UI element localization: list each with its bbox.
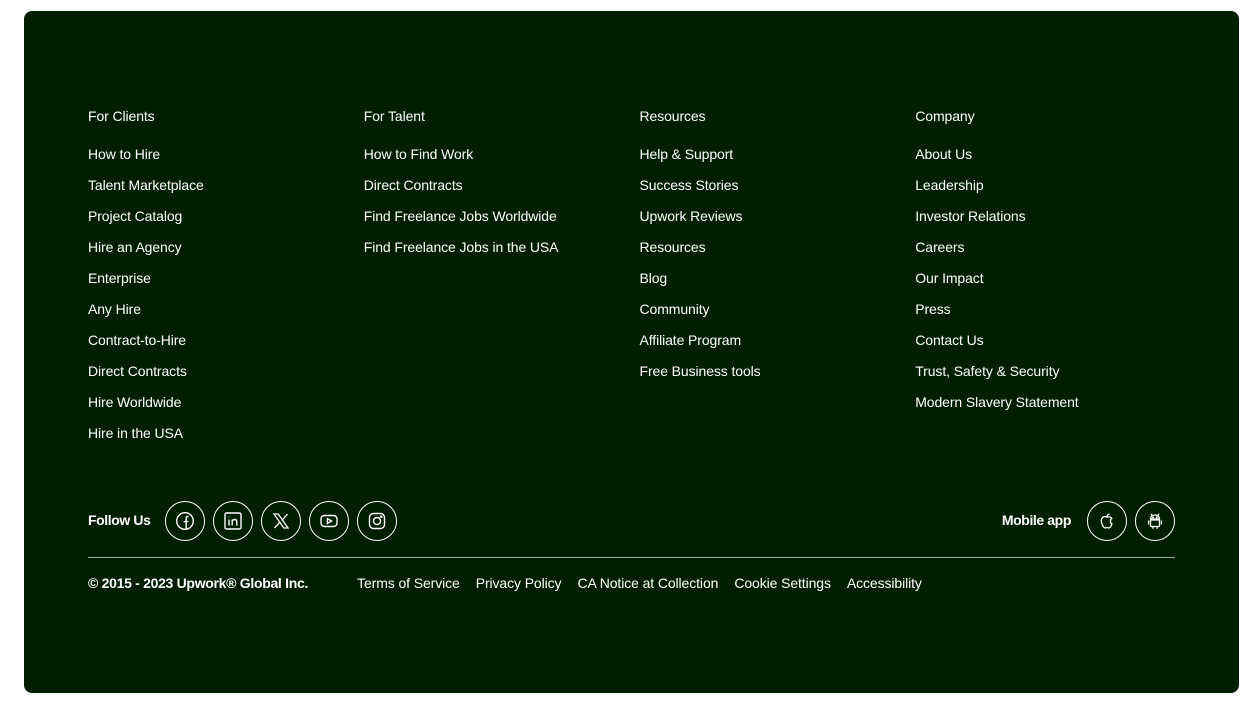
- list-item: Find Freelance Jobs in the USA: [364, 238, 640, 256]
- column-heading: For Clients: [88, 108, 155, 124]
- list-item: Talent Marketplace: [88, 176, 364, 194]
- list-item: Enterprise: [88, 269, 364, 287]
- legal-row: © 2015 - 2023 Upwork® Global Inc. Terms …: [88, 575, 922, 591]
- footer-link[interactable]: Hire in the USA: [88, 425, 183, 441]
- list-item: Modern Slavery Statement: [915, 393, 1191, 411]
- social-icons: [165, 501, 397, 541]
- list-item: Careers: [915, 238, 1191, 256]
- list-item: Find Freelance Jobs Worldwide: [364, 207, 640, 225]
- link-list: About Us Leadership Investor Relations C…: [915, 145, 1191, 411]
- footer-link[interactable]: How to Hire: [88, 146, 160, 162]
- list-item: Project Catalog: [88, 207, 364, 225]
- footer-link[interactable]: Contract-to-Hire: [88, 332, 186, 348]
- column-heading: For Talent: [363, 108, 425, 124]
- list-item: Leadership: [915, 176, 1191, 194]
- list-item: Direct Contracts: [364, 176, 640, 194]
- list-item: Contact Us: [915, 331, 1191, 349]
- column-heading: Company: [915, 108, 975, 124]
- list-item: Investor Relations: [915, 207, 1191, 225]
- footer-link-columns: For Clients How to Hire Talent Marketpla…: [88, 107, 1191, 455]
- footer-link[interactable]: How to Find Work: [364, 146, 474, 162]
- footer-link[interactable]: Project Catalog: [88, 208, 182, 224]
- ca-notice-link[interactable]: CA Notice at Collection: [577, 575, 718, 591]
- footer-link[interactable]: Blog: [640, 270, 668, 286]
- column-for-talent: For Talent How to Find Work Direct Contr…: [364, 107, 640, 455]
- footer-link[interactable]: Find Freelance Jobs Worldwide: [364, 208, 557, 224]
- youtube-icon[interactable]: [309, 501, 349, 541]
- footer-link[interactable]: Leadership: [915, 177, 983, 193]
- link-list: How to Find Work Direct Contracts Find F…: [364, 145, 640, 256]
- mobile-app-icons: [1087, 501, 1175, 541]
- list-item: Hire in the USA: [88, 424, 364, 442]
- facebook-icon[interactable]: [165, 501, 205, 541]
- footer-link[interactable]: Community: [640, 301, 710, 317]
- footer-link[interactable]: Find Freelance Jobs in the USA: [364, 239, 559, 255]
- social-row: Follow Us Mobile app: [88, 501, 1175, 541]
- link-list: How to Hire Talent Marketplace Project C…: [88, 145, 364, 442]
- list-item: Blog: [640, 269, 916, 287]
- footer-link[interactable]: Direct Contracts: [88, 363, 187, 379]
- footer-link[interactable]: Help & Support: [640, 146, 734, 162]
- footer-link[interactable]: Talent Marketplace: [88, 177, 204, 193]
- list-item: Press: [915, 300, 1191, 318]
- terms-of-service-link[interactable]: Terms of Service: [357, 575, 460, 591]
- footer-link[interactable]: Direct Contracts: [364, 177, 463, 193]
- list-item: How to Hire: [88, 145, 364, 163]
- footer-link[interactable]: Affiliate Program: [640, 332, 742, 348]
- footer-link[interactable]: About Us: [915, 146, 972, 162]
- footer-link[interactable]: Our Impact: [915, 270, 983, 286]
- footer-link[interactable]: Contact Us: [915, 332, 983, 348]
- privacy-policy-link[interactable]: Privacy Policy: [476, 575, 562, 591]
- footer-link[interactable]: Success Stories: [640, 177, 739, 193]
- list-item: Success Stories: [640, 176, 916, 194]
- column-for-clients: For Clients How to Hire Talent Marketpla…: [88, 107, 364, 455]
- footer-link[interactable]: Enterprise: [88, 270, 151, 286]
- footer-link[interactable]: Upwork Reviews: [640, 208, 743, 224]
- linkedin-icon[interactable]: [213, 501, 253, 541]
- list-item: About Us: [915, 145, 1191, 163]
- footer-link[interactable]: Any Hire: [88, 301, 141, 317]
- cookie-settings-link[interactable]: Cookie Settings: [734, 575, 831, 591]
- list-item: Direct Contracts: [88, 362, 364, 380]
- list-item: Our Impact: [915, 269, 1191, 287]
- list-item: Community: [640, 300, 916, 318]
- follow-us-label: Follow Us: [88, 512, 151, 528]
- x-twitter-icon[interactable]: [261, 501, 301, 541]
- apple-icon[interactable]: [1087, 501, 1127, 541]
- footer-link[interactable]: Hire Worldwide: [88, 394, 181, 410]
- site-footer: For Clients How to Hire Talent Marketpla…: [24, 11, 1239, 693]
- column-company: Company About Us Leadership Investor Rel…: [915, 107, 1191, 455]
- list-item: Help & Support: [640, 145, 916, 163]
- accessibility-link[interactable]: Accessibility: [847, 575, 922, 591]
- footer-link[interactable]: Hire an Agency: [88, 239, 182, 255]
- footer-link[interactable]: Free Business tools: [640, 363, 761, 379]
- copyright-text: © 2015 - 2023 Upwork® Global Inc.: [88, 575, 309, 591]
- list-item: Trust, Safety & Security: [915, 362, 1191, 380]
- footer-link[interactable]: Press: [915, 301, 950, 317]
- mobile-app-label: Mobile app: [1001, 512, 1072, 528]
- list-item: Resources: [640, 238, 916, 256]
- column-resources: Resources Help & Support Success Stories…: [640, 107, 916, 455]
- footer-link[interactable]: Careers: [915, 239, 964, 255]
- list-item: Affiliate Program: [640, 331, 916, 349]
- list-item: Any Hire: [88, 300, 364, 318]
- instagram-icon[interactable]: [357, 501, 397, 541]
- list-item: Free Business tools: [640, 362, 916, 380]
- column-heading: Resources: [639, 108, 706, 124]
- footer-link[interactable]: Modern Slavery Statement: [915, 394, 1078, 410]
- link-list: Help & Support Success Stories Upwork Re…: [640, 145, 916, 380]
- footer-link[interactable]: Resources: [640, 239, 706, 255]
- footer-link[interactable]: Trust, Safety & Security: [915, 363, 1059, 379]
- android-icon[interactable]: [1135, 501, 1175, 541]
- list-item: Contract-to-Hire: [88, 331, 364, 349]
- list-item: Upwork Reviews: [640, 207, 916, 225]
- footer-divider: [88, 557, 1175, 558]
- footer-link[interactable]: Investor Relations: [915, 208, 1025, 224]
- legal-links: Terms of Service Privacy Policy CA Notic…: [357, 575, 922, 591]
- list-item: Hire an Agency: [88, 238, 364, 256]
- list-item: Hire Worldwide: [88, 393, 364, 411]
- list-item: How to Find Work: [364, 145, 640, 163]
